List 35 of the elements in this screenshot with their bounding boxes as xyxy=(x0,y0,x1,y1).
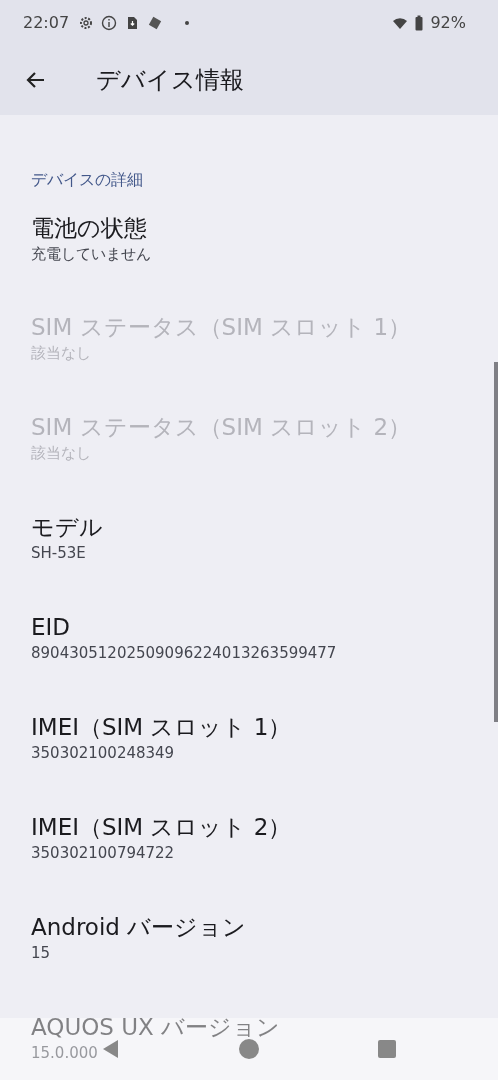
item-summary: 充電していません xyxy=(31,244,151,264)
battery-icon xyxy=(415,14,424,31)
item-summary: 該当なし xyxy=(31,343,91,363)
item-title: EID xyxy=(31,613,71,642)
item-title: SIM ステータス（SIM スロット 1） xyxy=(31,313,412,342)
item-summary: 該当なし xyxy=(31,443,91,463)
settings-item[interactable]: Android バージョン 15 xyxy=(0,896,498,996)
item-title: 電池の状態 xyxy=(31,214,147,243)
item-summary: 89043051202509096224013263599477 xyxy=(31,643,337,663)
page-title: デバイス情報 xyxy=(96,65,244,96)
status-time: 22:07 xyxy=(23,13,70,32)
settings-item[interactable]: モデル SH-53E xyxy=(0,496,498,596)
gear-icon xyxy=(78,14,95,31)
item-title: SIM ステータス（SIM スロット 2） xyxy=(31,413,412,442)
item-summary: SH-53E xyxy=(31,543,86,563)
settings-item[interactable]: IMEI（SIM スロット 1） 350302100248349 xyxy=(0,696,498,796)
section-header: デバイスの詳細 xyxy=(31,170,144,191)
item-title: Android バージョン xyxy=(31,913,247,942)
item-summary: 350302100248349 xyxy=(31,743,175,763)
battery-percentage: 92% xyxy=(430,13,466,32)
home-circle-icon[interactable] xyxy=(237,1037,261,1061)
item-title: IMEI（SIM スロット 2） xyxy=(31,813,292,842)
info-icon xyxy=(101,14,118,31)
item-summary: 15.0.000 xyxy=(31,1043,98,1063)
settings-item[interactable]: 電池の状態 充電していません xyxy=(0,197,498,296)
settings-item[interactable]: IMEI（SIM スロット 2） 350302100794722 xyxy=(0,796,498,896)
notification-dot-icon xyxy=(184,19,191,26)
item-summary: 15 xyxy=(31,943,51,963)
item-title: AQUOS UX バージョン xyxy=(31,1013,281,1042)
item-summary: 350302100794722 xyxy=(31,843,175,863)
item-title: モデル xyxy=(31,513,103,542)
settings-item[interactable]: AQUOS UX バージョン 15.0.000 xyxy=(0,996,498,1080)
recents-square-icon[interactable] xyxy=(375,1037,399,1061)
settings-item[interactable]: EID 89043051202509096224013263599477 xyxy=(0,596,498,696)
item-title: IMEI（SIM スロット 1） xyxy=(31,713,292,742)
